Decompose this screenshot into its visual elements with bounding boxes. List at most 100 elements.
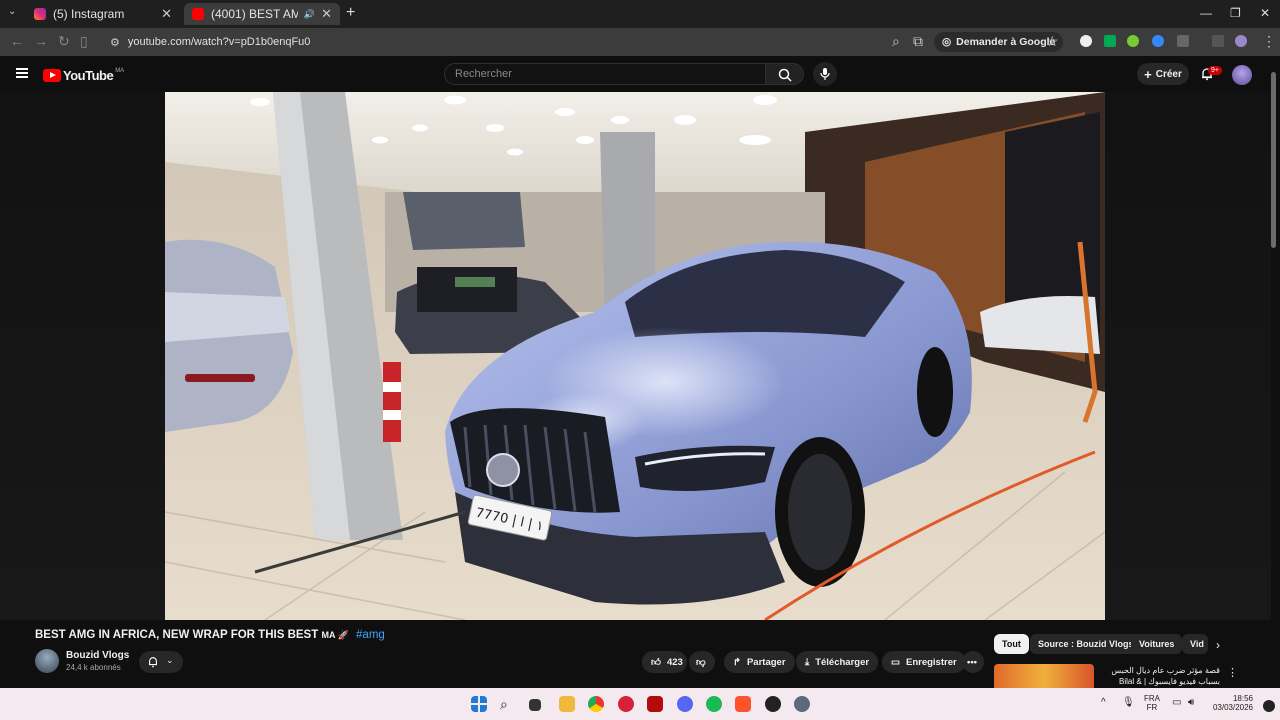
extension-icon[interactable]: [1127, 35, 1139, 47]
logo-text: YouTube: [63, 68, 114, 83]
channel-subscribers: 24,4 k abonnés: [66, 663, 121, 672]
sidebar-icon[interactable]: ▯: [80, 33, 88, 50]
like-count: 423: [666, 656, 683, 668]
url-text: youtube.com/watch?v=pD1b0enqFu0: [127, 36, 311, 48]
extensions-puzzle-icon[interactable]: [1177, 35, 1189, 47]
share-button[interactable]: ↱ Partager: [724, 651, 795, 673]
browser-tab-bar: ⌄ (5) Instagram ✕ (4001) BEST AMG IN AFR…: [0, 0, 1280, 28]
zoom-icon[interactable]: ⌕: [892, 33, 900, 50]
tab-title: (5) Instagram: [53, 7, 125, 21]
app-icon[interactable]: [618, 696, 634, 712]
more-actions-button[interactable]: •••: [962, 651, 984, 673]
chip-source[interactable]: Source : Bouzid Vlogs: [1030, 634, 1142, 654]
bookmark-star-icon[interactable]: ☆: [1046, 33, 1059, 50]
channel-name[interactable]: Bouzid Vlogs: [66, 650, 129, 661]
clock-date: 03/03/2026: [1212, 703, 1253, 712]
voice-search-button[interactable]: [813, 62, 837, 86]
video-title-suffix: MA 🚀: [321, 630, 349, 640]
site-info-icon[interactable]: ⚙: [110, 36, 120, 49]
close-window-button[interactable]: ✕: [1260, 6, 1270, 20]
download-button[interactable]: ⤓ Télécharger: [796, 651, 879, 673]
extension-icon[interactable]: [1104, 35, 1116, 47]
tab-youtube[interactable]: (4001) BEST AMG IN AFRICA, NEW WRAP FOR …: [184, 3, 340, 25]
address-bar[interactable]: ⚙ youtube.com/watch?v=pD1b0enqFu0: [100, 31, 924, 53]
chip-cars[interactable]: Voitures: [1131, 634, 1183, 654]
clock[interactable]: 18:56 03/03/2026: [1207, 694, 1253, 712]
menu-icon[interactable]: ⋮: [1262, 33, 1276, 50]
tray-mic-icon[interactable]: 🎙︎: [1122, 697, 1135, 708]
volume-icon[interactable]: 🔊︎: [1188, 697, 1194, 708]
input-language[interactable]: FRA FR: [1142, 694, 1162, 712]
search-input[interactable]: Rechercher: [444, 63, 766, 85]
bookmark-icon: ▭: [891, 656, 900, 668]
chip-videos[interactable]: Vid: [1182, 634, 1208, 654]
task-view-icon[interactable]: [529, 699, 541, 711]
chip-all[interactable]: Tout: [994, 634, 1029, 654]
search-icon: [778, 68, 792, 82]
adobe-icon[interactable]: [647, 696, 663, 712]
video-title-text: BEST AMG IN AFRICA, NEW WRAP FOR THIS BE…: [35, 629, 319, 641]
settings-gear-icon[interactable]: [794, 696, 810, 712]
notification-center-icon[interactable]: [1263, 700, 1275, 712]
close-tab-icon[interactable]: ✕: [321, 6, 332, 22]
page-scrollbar[interactable]: [1271, 72, 1276, 248]
speaker-icon[interactable]: 🔊: [304, 9, 315, 20]
dislike-button[interactable]: 👎︎: [689, 651, 715, 673]
brave-icon[interactable]: [735, 696, 751, 712]
discord-icon[interactable]: [677, 696, 693, 712]
microphone-icon: [820, 68, 830, 80]
profile-avatar[interactable]: [1235, 35, 1247, 47]
download-label: Télécharger: [815, 656, 870, 668]
youtube-header: YouTube MA Rechercher + Créer 9+: [0, 56, 1280, 92]
ask-google-button[interactable]: ◎ Demander à Google: [934, 32, 1064, 52]
lang-bottom: FR: [1146, 703, 1158, 712]
video-frame-image: 7770 | ١ | ا: [165, 92, 1105, 620]
forward-icon[interactable]: →: [34, 33, 48, 49]
network-icon[interactable]: ▭: [1172, 697, 1181, 708]
thumbs-up-icon: 👍︎: [651, 657, 661, 668]
account-avatar[interactable]: [1232, 65, 1252, 85]
ask-google-label: Demander à Google: [956, 36, 1056, 48]
address-bar-row: ← → ↻ ▯ ⚙ youtube.com/watch?v=pD1b0enqFu…: [0, 28, 1280, 56]
taskbar-search-icon[interactable]: ⌕: [500, 696, 516, 712]
video-player[interactable]: 7770 | ١ | ا: [165, 92, 1105, 620]
file-explorer-icon[interactable]: [559, 696, 575, 712]
search-button[interactable]: [766, 63, 804, 85]
player-letterbox-right: [1105, 92, 1271, 620]
like-button[interactable]: 👍︎ 423: [642, 651, 687, 673]
spotify-icon[interactable]: [706, 696, 722, 712]
subscription-bell-button[interactable]: ⌄: [139, 651, 183, 673]
extension-icon[interactable]: [1152, 35, 1164, 47]
notification-badge: 9+: [1208, 66, 1222, 75]
install-icon[interactable]: ⧉: [913, 33, 923, 50]
thumbs-down-icon: 👎︎: [696, 657, 706, 668]
close-tab-icon[interactable]: ✕: [161, 6, 172, 22]
channel-avatar[interactable]: [35, 649, 59, 673]
hamburger-menu-icon[interactable]: [16, 68, 28, 78]
chrome-icon[interactable]: [588, 696, 604, 712]
tray-chevron-icon[interactable]: ^: [1101, 697, 1106, 708]
share-label: Partager: [746, 656, 786, 668]
reload-icon[interactable]: ↻: [58, 33, 70, 50]
chevron-down-icon: ⌄: [166, 655, 174, 665]
more-horizontal-icon: •••: [967, 656, 977, 668]
related-more-icon[interactable]: ⋮: [1227, 666, 1238, 679]
tab-search-chevron-icon[interactable]: ⌄: [8, 6, 16, 17]
save-label: Enregistrer: [905, 656, 957, 668]
youtube-logo[interactable]: YouTube MA: [43, 68, 124, 83]
github-icon[interactable]: [765, 696, 781, 712]
tab-instagram[interactable]: (5) Instagram ✕: [26, 3, 180, 25]
maximize-button[interactable]: ❐: [1230, 6, 1241, 20]
extension-icon[interactable]: [1080, 35, 1092, 47]
back-icon[interactable]: ←: [10, 33, 24, 49]
youtube-icon: [192, 8, 204, 20]
chevron-right-icon[interactable]: ›: [1216, 638, 1220, 652]
save-button[interactable]: ▭ Enregistrer: [882, 651, 966, 673]
create-button[interactable]: + Créer: [1137, 63, 1189, 85]
new-tab-button[interactable]: +: [346, 4, 355, 22]
windows-start-icon[interactable]: [471, 696, 487, 712]
reading-list-icon[interactable]: [1212, 35, 1224, 47]
minimize-button[interactable]: —: [1200, 6, 1212, 20]
youtube-play-icon: [43, 69, 61, 82]
hashtag-link[interactable]: #amg: [356, 629, 385, 641]
